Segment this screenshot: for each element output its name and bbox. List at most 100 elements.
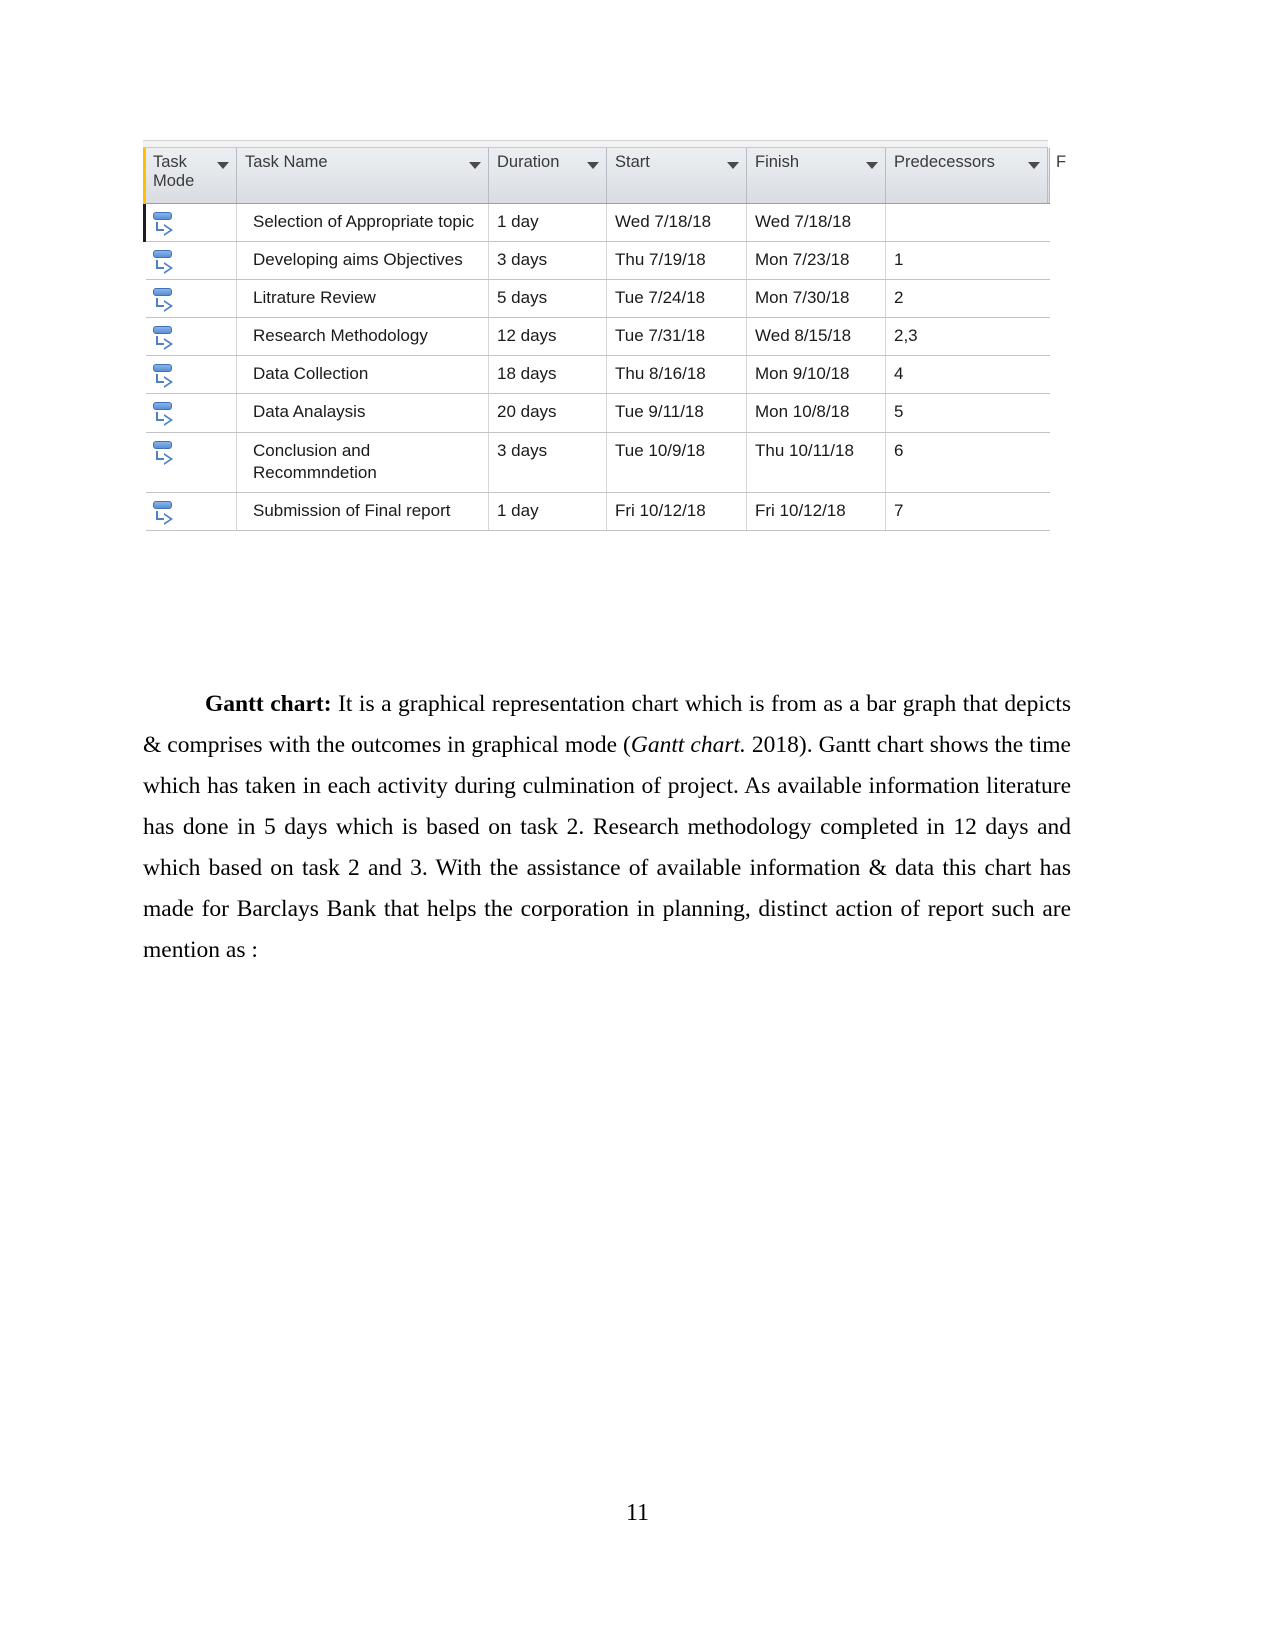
cell-clipped — [1047, 432, 1050, 493]
cell-duration[interactable]: 18 days — [488, 355, 607, 395]
paragraph-lead-label: Gantt chart: — [205, 690, 332, 717]
cell-task-name[interactable]: Research Methodology — [236, 317, 489, 357]
body-paragraph: Gantt chart: It is a graphical represent… — [143, 684, 1071, 971]
cell-clipped — [1047, 355, 1050, 395]
cell-start[interactable]: Tue 10/9/18 — [606, 432, 747, 493]
table-row[interactable]: Developing aims Objectives 3 days Thu 7/… — [143, 241, 1050, 281]
cell-predecessors[interactable]: 4 — [885, 355, 1048, 395]
cell-task-mode[interactable] — [143, 317, 237, 357]
cell-finish[interactable]: Wed 7/18/18 — [746, 202, 886, 243]
table-row[interactable]: Submission of Final report 1 day Fri 10/… — [143, 492, 1050, 531]
auto-schedule-icon — [152, 210, 182, 240]
cell-duration[interactable]: 1 day — [488, 492, 607, 531]
filter-dropdown-icon-duration[interactable] — [587, 162, 599, 169]
cell-start[interactable]: Thu 8/16/18 — [606, 355, 747, 395]
cell-task-name[interactable]: Data Collection — [236, 355, 489, 395]
filter-dropdown-icon-start[interactable] — [727, 162, 739, 169]
column-header-finish[interactable]: Finish — [746, 148, 886, 204]
cell-finish[interactable]: Wed 8/15/18 — [746, 317, 886, 357]
cell-task-name[interactable]: Selection of Appropriate topic — [236, 202, 489, 243]
column-header-start-label: Start — [615, 153, 650, 171]
cell-finish[interactable]: Mon 7/30/18 — [746, 279, 886, 319]
cell-finish[interactable]: Thu 10/11/18 — [746, 432, 886, 493]
table-row[interactable]: Conclusion and Recommndetion 3 days Tue … — [143, 432, 1050, 493]
cell-task-name[interactable]: Litrature Review — [236, 279, 489, 319]
cell-predecessors[interactable]: 1 — [885, 241, 1048, 281]
cell-start[interactable]: Fri 10/12/18 — [606, 492, 747, 531]
column-header-task-mode[interactable]: Task Mode — [143, 148, 237, 204]
cell-task-mode[interactable] — [143, 355, 237, 395]
column-header-predecessors-label: Predecessors — [894, 153, 995, 171]
cell-task-mode[interactable] — [143, 393, 237, 433]
cell-start[interactable]: Thu 7/19/18 — [606, 241, 747, 281]
gantt-task-table: Task Mode Task Name Duration Start Finis… — [143, 140, 1066, 531]
cell-task-name[interactable]: Conclusion and Recommndetion — [236, 432, 489, 493]
auto-schedule-icon — [152, 362, 182, 392]
auto-schedule-icon — [152, 324, 182, 354]
table-header: Task Mode Task Name Duration Start Finis… — [143, 148, 1066, 204]
filter-dropdown-icon-task-name[interactable] — [469, 162, 481, 169]
column-header-start[interactable]: Start — [606, 148, 747, 204]
cell-finish[interactable]: Mon 10/8/18 — [746, 393, 886, 433]
cell-task-name[interactable]: Data Analaysis — [236, 393, 489, 433]
column-header-clipped-label: F — [1056, 153, 1067, 171]
task-table: Task Mode Task Name Duration Start Finis… — [143, 148, 1066, 531]
paragraph-citation: Gantt chart. — [630, 731, 746, 758]
cell-predecessors[interactable]: 7 — [885, 492, 1048, 531]
cell-finish[interactable]: Mon 7/23/18 — [746, 241, 886, 281]
filter-dropdown-icon-task-mode[interactable] — [217, 162, 229, 169]
column-header-duration[interactable]: Duration — [488, 148, 607, 204]
auto-schedule-icon — [152, 439, 182, 469]
column-header-predecessors[interactable]: Predecessors — [885, 148, 1048, 204]
cell-duration[interactable]: 12 days — [488, 317, 607, 357]
cell-task-mode[interactable] — [143, 202, 237, 243]
cell-task-name[interactable]: Submission of Final report — [236, 492, 489, 531]
column-header-clipped[interactable]: F — [1047, 148, 1066, 204]
cell-task-mode[interactable] — [143, 432, 237, 493]
column-header-duration-label: Duration — [497, 153, 560, 171]
filter-dropdown-icon-finish[interactable] — [866, 162, 878, 169]
cell-duration[interactable]: 5 days — [488, 279, 607, 319]
auto-schedule-icon — [152, 286, 182, 316]
auto-schedule-icon — [152, 248, 182, 278]
cell-duration[interactable]: 3 days — [488, 432, 607, 493]
table-body: Selection of Appropriate topic 1 day Wed… — [143, 202, 1050, 531]
header-row: Task Mode Task Name Duration Start Finis… — [143, 148, 1066, 204]
column-header-task-name[interactable]: Task Name — [236, 148, 489, 204]
cell-duration[interactable]: 1 day — [488, 202, 607, 243]
cell-start[interactable]: Tue 7/24/18 — [606, 279, 747, 319]
cell-duration[interactable]: 3 days — [488, 241, 607, 281]
document-page: Task Mode Task Name Duration Start Finis… — [0, 0, 1275, 1651]
table-row[interactable]: Data Collection 18 days Thu 8/16/18 Mon … — [143, 355, 1050, 395]
table-top-strip — [143, 141, 1048, 148]
cell-predecessors[interactable]: 5 — [885, 393, 1048, 433]
cell-start[interactable]: Tue 7/31/18 — [606, 317, 747, 357]
cell-start[interactable]: Wed 7/18/18 — [606, 202, 747, 243]
cell-clipped — [1047, 393, 1050, 433]
cell-task-name[interactable]: Developing aims Objectives — [236, 241, 489, 281]
column-header-task-mode-label: Task Mode — [153, 153, 195, 191]
cell-task-mode[interactable] — [143, 279, 237, 319]
cell-clipped — [1047, 279, 1050, 319]
table-row[interactable]: Litrature Review 5 days Tue 7/24/18 Mon … — [143, 279, 1050, 319]
auto-schedule-icon — [152, 400, 182, 430]
cell-duration[interactable]: 20 days — [488, 393, 607, 433]
cell-task-mode[interactable] — [143, 241, 237, 281]
cell-task-mode[interactable] — [143, 492, 237, 531]
cell-start[interactable]: Tue 9/11/18 — [606, 393, 747, 433]
table-row[interactable]: Research Methodology 12 days Tue 7/31/18… — [143, 317, 1050, 357]
auto-schedule-icon — [152, 499, 182, 529]
filter-dropdown-icon-predecessors[interactable] — [1028, 162, 1040, 169]
cell-finish[interactable]: Mon 9/10/18 — [746, 355, 886, 395]
cell-predecessors[interactable]: 2,3 — [885, 317, 1048, 357]
table-row[interactable]: Data Analaysis 20 days Tue 9/11/18 Mon 1… — [143, 393, 1050, 433]
cell-clipped — [1047, 202, 1050, 243]
cell-predecessors[interactable]: 6 — [885, 432, 1048, 493]
table-row[interactable]: Selection of Appropriate topic 1 day Wed… — [143, 202, 1050, 243]
cell-predecessors[interactable]: 2 — [885, 279, 1048, 319]
cell-finish[interactable]: Fri 10/12/18 — [746, 492, 886, 531]
cell-clipped — [1047, 317, 1050, 357]
cell-clipped — [1047, 492, 1050, 531]
cell-predecessors[interactable] — [885, 202, 1048, 243]
column-header-finish-label: Finish — [755, 153, 800, 171]
